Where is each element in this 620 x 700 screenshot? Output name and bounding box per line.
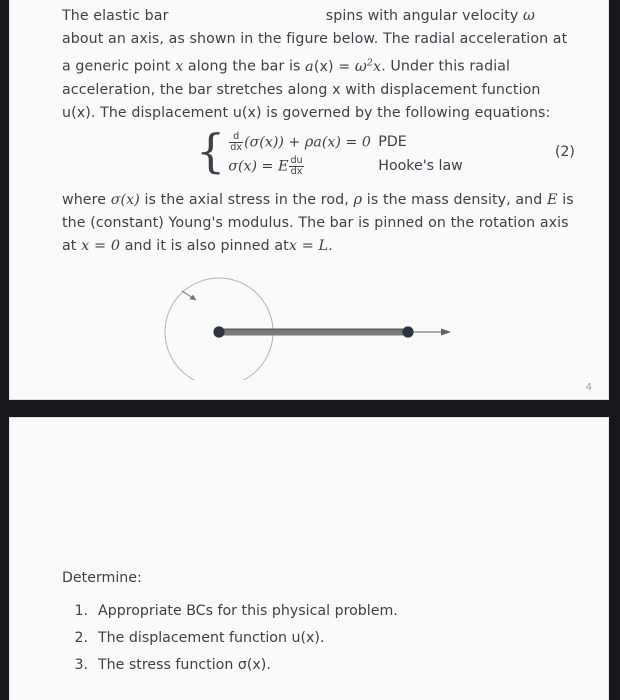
- variable-x-2: x: [372, 58, 382, 75]
- sigma-of-x-inline: σ(x): [110, 192, 140, 208]
- where-line-3-a: at: [62, 238, 77, 254]
- variable-a: a: [305, 58, 314, 75]
- list-item-number: 2.: [74, 630, 88, 646]
- derivative-fraction-du-dx: du dx: [289, 154, 304, 177]
- list-item-text: The displacement function u(x).: [98, 630, 325, 646]
- intro-text-after-redaction: spins with angular velocity: [325, 8, 519, 24]
- page-number-label: 4: [585, 382, 592, 393]
- equation-tag-pde: PDE: [378, 134, 407, 150]
- where-line-1-c: is the mass density, and: [366, 192, 543, 208]
- acceleration-equation-middle: (x) =: [313, 58, 355, 75]
- equation-system-2: { d dx (σ(x)) + ρa(x) = 0 PDE σ(x) = Edu dx…: [196, 124, 463, 178]
- pde-expression-part-a: (σ(x)) +: [244, 134, 305, 150]
- fraction-numerator-du: du: [289, 154, 304, 167]
- boundary-condition-x-0: x = 0: [81, 238, 121, 254]
- intro-text-before-redaction: The elastic bar: [62, 8, 169, 24]
- document-page-2[interactable]: Determine: 1. Appropriate BCs for this p…: [9, 417, 609, 700]
- hookes-law-part-a: σ(x) =: [228, 158, 278, 174]
- figure-svg: [164, 277, 451, 387]
- rotation-arrowhead-icon: [189, 294, 196, 300]
- redacted-text-span: [173, 9, 322, 22]
- fraction-denominator-dx-2: dx: [290, 165, 303, 177]
- list-item-text: Appropriate BCs for this physical proble…: [98, 603, 398, 619]
- variable-E: E: [277, 158, 289, 174]
- paragraph-where: where σ(x) is the axial stress in the ro…: [62, 188, 578, 258]
- hookes-law-expression: σ(x) = Edu dx: [228, 154, 378, 177]
- fraction-denominator-dx: dx: [230, 141, 243, 153]
- list-item-number: 3.: [74, 657, 88, 673]
- list-item: 1. Appropriate BCs for this physical pro…: [62, 598, 398, 625]
- x-axis-arrowhead-icon: [441, 328, 451, 336]
- where-line-1-d: is: [562, 192, 574, 208]
- omega-symbol-inline: ω: [523, 7, 536, 24]
- intro-line-5: u(x) is governed by the following equati…: [232, 104, 551, 121]
- derivative-fraction-d-dx: d dx: [229, 131, 244, 153]
- acceleration-equation-inline: a(x) = ω2x: [305, 57, 382, 75]
- intro-text-tail: about an: [62, 31, 126, 47]
- list-item-number: 1.: [74, 603, 88, 619]
- variable-E-inline: E: [547, 192, 558, 208]
- pde-expression: d dx (σ(x)) + ρa(x) = 0: [228, 131, 378, 153]
- omega-symbol-equation: ω: [354, 57, 367, 75]
- where-line-1-b: is the axial stress in the rod,: [144, 192, 349, 208]
- rho-symbol-inline: ρ: [353, 191, 363, 208]
- where-line-1-a: where: [62, 192, 107, 208]
- list-item: 2. The displacement function u(x).: [62, 625, 398, 652]
- intro-line-3-a: point: [133, 58, 171, 75]
- equation-rows: d dx (σ(x)) + ρa(x) = 0 PDE σ(x) = Edu dx H…: [228, 130, 463, 178]
- document-page-1[interactable]: The elastic bar spins with angular veloc…: [9, 0, 609, 400]
- paragraph-intro: The elastic bar spins with angular veloc…: [62, 4, 578, 125]
- list-item: 3. The stress function σ(x).: [62, 652, 398, 679]
- elastic-bar-top-edge: [219, 328, 409, 331]
- equation-row-pde: d dx (σ(x)) + ρa(x) = 0 PDE: [228, 130, 463, 154]
- left-curly-brace: {: [196, 124, 226, 178]
- list-item-text: The stress function σ(x).: [98, 657, 271, 673]
- pdf-viewer[interactable]: The elastic bar spins with angular veloc…: [0, 0, 620, 700]
- determine-heading: Determine:: [62, 570, 142, 586]
- fraction-numerator-d: d: [229, 131, 244, 143]
- pin-node-origin: [213, 326, 225, 338]
- where-line-2: the (constant) Young's modulus. The bar …: [62, 215, 569, 231]
- intro-line-3-b: along the bar is: [187, 58, 301, 75]
- equation-tag-hookes-law: Hooke's law: [378, 158, 463, 174]
- rotating-bar-figure: ω L x: [10, 260, 608, 387]
- equation-row-hookes-law: σ(x) = Edu dx Hooke's law: [228, 154, 463, 178]
- questions-list: 1. Appropriate BCs for this physical pro…: [62, 598, 398, 679]
- pin-node-end: [402, 326, 414, 338]
- equation-number-2: (2): [555, 144, 575, 160]
- page-separator-gap: [0, 400, 620, 417]
- variable-x-1: x: [175, 58, 184, 75]
- pde-expression-part-b: a(x) = 0: [313, 134, 371, 150]
- where-line-3-c: and it is also pinned at: [124, 238, 289, 254]
- boundary-condition-x-L: x = L: [288, 238, 329, 254]
- where-line-3-e: .: [328, 238, 333, 254]
